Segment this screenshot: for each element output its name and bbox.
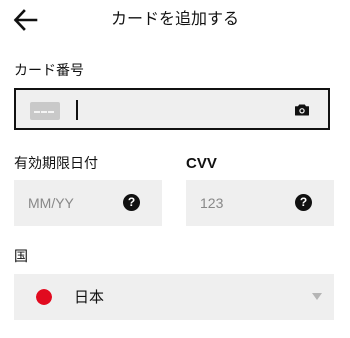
card-number-label: カード番号 <box>14 63 84 79</box>
cvv-label: CVV <box>186 155 217 172</box>
question-circle-icon[interactable]: ? <box>295 194 312 211</box>
chevron-down-icon <box>312 293 322 300</box>
question-circle-icon[interactable]: ? <box>123 194 140 211</box>
cvv-placeholder: 123 <box>200 195 224 211</box>
cvv-field[interactable]: 123 ? <box>186 180 334 226</box>
country-select[interactable]: 日本 <box>14 274 334 320</box>
japan-flag-icon <box>36 289 52 305</box>
expiry-placeholder: MM/YY <box>28 195 74 211</box>
text-cursor <box>76 100 78 120</box>
page-title: カードを追加する <box>110 9 239 28</box>
expiry-field[interactable]: MM/YY ? <box>14 180 162 226</box>
country-label: 国 <box>14 249 28 265</box>
scan-card-button[interactable] <box>294 102 310 118</box>
credit-card-icon <box>30 102 60 120</box>
top-bar: カードを追加する <box>0 0 350 40</box>
camera-icon <box>294 103 310 122</box>
expiry-label: 有効期限日付 <box>14 156 98 172</box>
country-value: 日本 <box>74 288 105 306</box>
card-number-field[interactable] <box>14 88 330 130</box>
